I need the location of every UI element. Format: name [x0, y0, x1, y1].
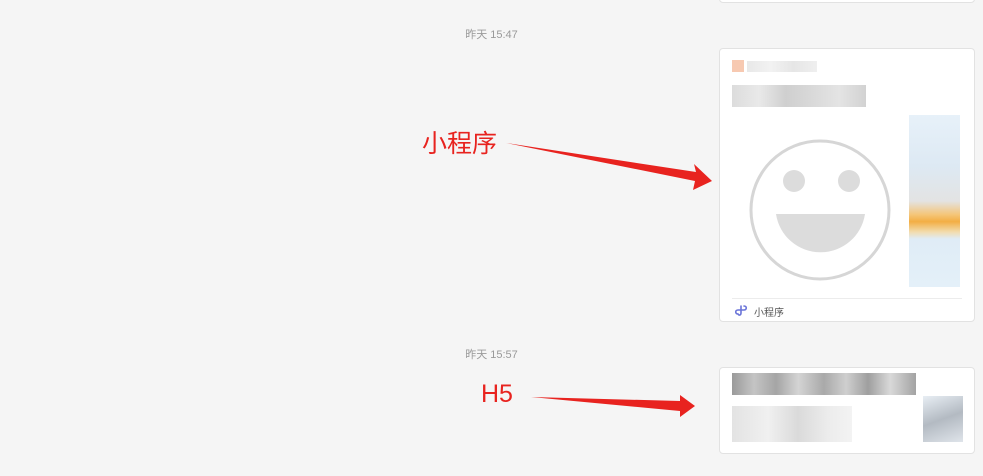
mini-program-arrow	[506, 143, 712, 190]
annotation-mini-program: 小程序	[422, 130, 498, 158]
annotation-h5: H5	[481, 380, 513, 408]
h5-arrow	[531, 395, 695, 417]
